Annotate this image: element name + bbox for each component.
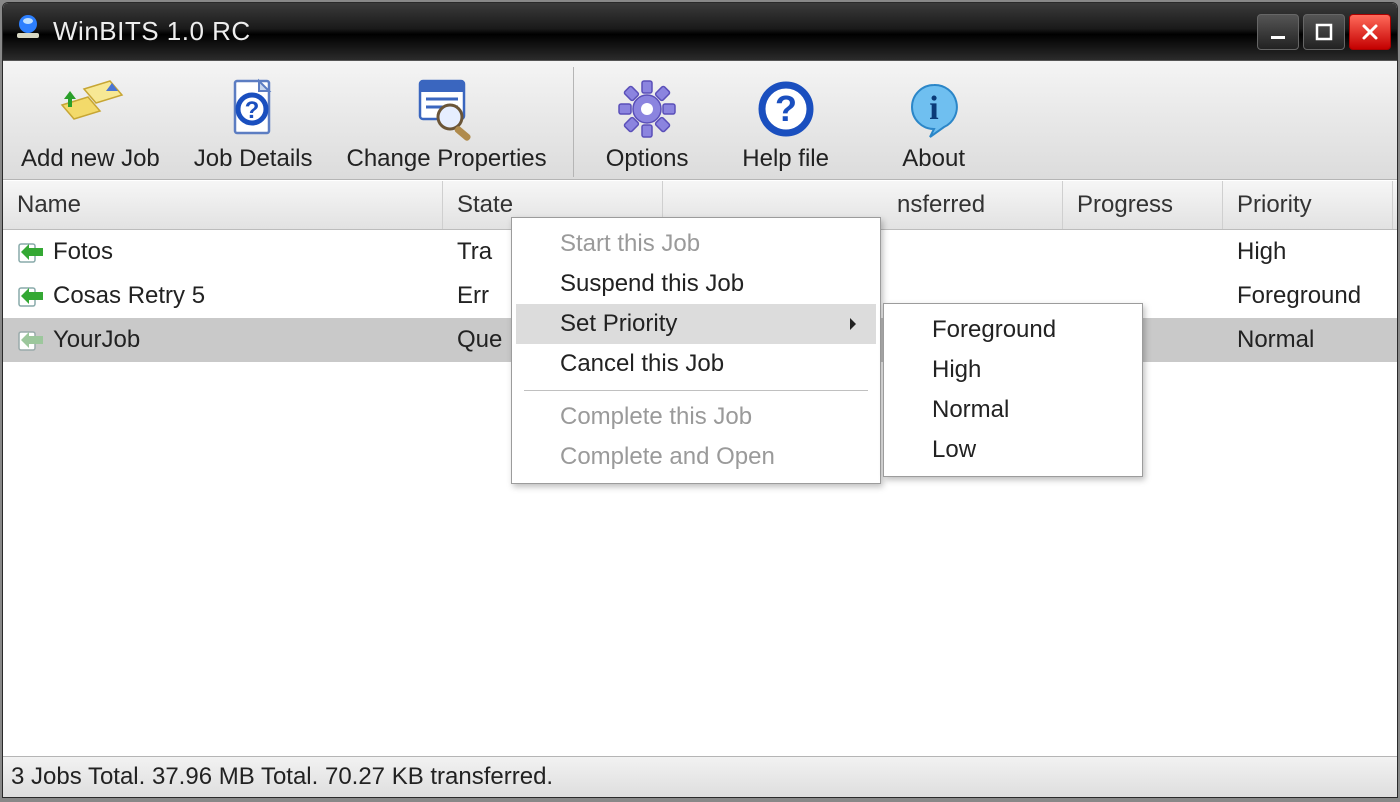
about-button[interactable]: i About	[869, 67, 999, 177]
col-name[interactable]: Name	[3, 181, 443, 229]
toolbar: Add new Job ? Job Details	[3, 61, 1397, 180]
status-bar: 3 Jobs Total. 37.96 MB Total. 70.27 KB t…	[3, 756, 1397, 797]
priority-normal[interactable]: Normal	[888, 390, 1138, 430]
job-idle-icon	[17, 326, 45, 354]
toolbar-label: Add new Job	[21, 145, 160, 173]
maximize-button[interactable]	[1303, 14, 1345, 50]
help-icon: ?	[756, 73, 816, 145]
properties-magnify-icon	[412, 73, 482, 145]
priority-high[interactable]: High	[888, 350, 1138, 390]
info-bubble-icon: i	[904, 73, 964, 145]
job-details-button[interactable]: ? Job Details	[186, 67, 321, 177]
menu-complete-open: Complete and Open	[516, 437, 876, 477]
app-icon	[13, 13, 43, 50]
menu-set-priority[interactable]: Set Priority	[516, 304, 876, 344]
menu-complete-job: Complete this Job	[516, 397, 876, 437]
change-properties-button[interactable]: Change Properties	[339, 67, 555, 177]
priority-foreground[interactable]: Foreground	[888, 310, 1138, 350]
menu-separator	[524, 390, 868, 391]
svg-text:?: ?	[245, 97, 260, 124]
job-priority: High	[1223, 238, 1393, 266]
job-name: YourJob	[53, 326, 140, 354]
job-active-icon	[17, 238, 45, 266]
col-progress[interactable]: Progress	[1063, 181, 1223, 229]
job-name: Cosas Retry 5	[53, 282, 205, 310]
job-active-icon	[17, 282, 45, 310]
priority-submenu: Foreground High Normal Low	[883, 303, 1143, 477]
toolbar-label: Options	[606, 145, 689, 173]
help-file-button[interactable]: ? Help file	[721, 67, 851, 177]
job-name: Fotos	[53, 238, 113, 266]
window-title: WinBITS 1.0 RC	[53, 16, 251, 47]
close-button[interactable]	[1349, 14, 1391, 50]
title-bar: WinBITS 1.0 RC	[3, 3, 1397, 61]
document-question-icon: ?	[225, 73, 281, 145]
options-button[interactable]: Options	[573, 67, 703, 177]
job-context-menu: Start this Job Suspend this Job Set Prio…	[511, 217, 881, 484]
toolbar-label: Help file	[742, 145, 829, 173]
svg-text:?: ?	[775, 88, 797, 129]
toolbar-label: About	[902, 145, 965, 173]
submenu-arrow-icon	[850, 318, 862, 330]
col-priority[interactable]: Priority	[1223, 181, 1393, 229]
job-priority: Normal	[1223, 326, 1393, 354]
envelope-add-icon	[54, 73, 126, 145]
toolbar-label: Change Properties	[347, 145, 547, 173]
menu-cancel-job[interactable]: Cancel this Job	[516, 344, 876, 384]
toolbar-label: Job Details	[194, 145, 313, 173]
status-text: 3 Jobs Total. 37.96 MB Total. 70.27 KB t…	[11, 763, 553, 790]
add-new-job-button[interactable]: Add new Job	[13, 67, 168, 177]
col-transferred[interactable]: nsferred	[883, 181, 1063, 229]
menu-start-job: Start this Job	[516, 224, 876, 264]
priority-low[interactable]: Low	[888, 430, 1138, 470]
minimize-button[interactable]	[1257, 14, 1299, 50]
app-window: WinBITS 1.0 RC Add new Job	[2, 2, 1398, 798]
gear-icon	[615, 73, 679, 145]
job-priority: Foreground	[1223, 282, 1393, 310]
menu-suspend-job[interactable]: Suspend this Job	[516, 264, 876, 304]
svg-text:i: i	[929, 90, 938, 127]
